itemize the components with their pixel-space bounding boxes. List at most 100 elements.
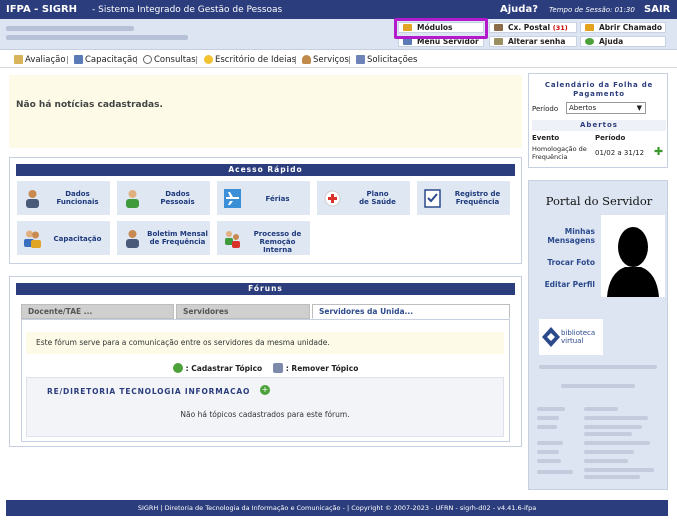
menu-separator: | [135, 55, 138, 64]
checklist-icon [424, 189, 441, 208]
tile-plano-saude[interactable]: Plano de Saúde [316, 180, 411, 216]
menu-item-avaliacao[interactable]: Avaliação [14, 55, 66, 65]
app-brand: IFPA - SIGRH [6, 4, 78, 15]
search-icon [143, 55, 152, 64]
tile-label-line: de Saúde [359, 198, 396, 206]
training-icon [74, 55, 83, 64]
tile-capacitacao[interactable]: Capacitação [16, 220, 111, 256]
tile-label-line: Processo de [253, 230, 302, 238]
tab-docente-tae[interactable]: Docente/TAE ... [21, 304, 174, 319]
tab-servidores[interactable]: Servidores [176, 304, 310, 319]
alterar-senha-button[interactable]: Alterar senha [489, 36, 577, 47]
periodo-selected-value: Abertos [569, 104, 597, 112]
lightbulb-icon [204, 55, 213, 64]
tile-registro-frequencia[interactable]: Registro de Frequência [416, 180, 511, 216]
help-link[interactable]: Ajuda? [500, 4, 538, 15]
tile-label-line: Remoção Interna [259, 238, 296, 254]
trash-icon [272, 363, 283, 373]
help-icon [585, 38, 594, 45]
menu-separator: | [195, 55, 198, 64]
redacted-label [537, 416, 559, 420]
tile-label-line: Plano [366, 190, 389, 198]
redacted-value [584, 441, 650, 445]
news-empty-message: Não há notícias cadastradas. [16, 100, 163, 110]
redacted-label [537, 470, 573, 474]
cx-postal-count: (31) [552, 24, 568, 32]
modulos-button[interactable]: Módulos [398, 22, 484, 33]
portal-title: Portal do Servidor [545, 194, 653, 208]
forum-topics-section: RE/DIRETORIA TECNOLOGIA INFORMACAO + Não… [26, 377, 504, 437]
menu-item-escritorio-ideias[interactable]: Escritório de Ideias [204, 55, 296, 65]
menu-separator: | [294, 55, 297, 64]
cadastrar-topico-button[interactable]: : Cadastrar Tópico [172, 363, 263, 373]
ajuda-label: Ajuda [599, 37, 624, 46]
menu-icon [403, 38, 412, 45]
redacted-label [537, 450, 559, 454]
periodo-column-header: Período [595, 134, 626, 142]
forum-section-title: RE/DIRETORIA TECNOLOGIA INFORMACAO [47, 387, 251, 396]
menu-separator: | [348, 55, 351, 64]
menu-item-capacitacao[interactable]: Capacitação [74, 55, 137, 65]
forum-description: Este fórum serve para a comunicação entr… [26, 332, 504, 354]
tab-servidores-unidade[interactable]: Servidores da Unida... [312, 304, 510, 319]
redacted-value [584, 432, 632, 436]
menu-item-label: Consultas [154, 55, 196, 65]
abrir-chamado-label: Abrir Chamado [599, 23, 663, 32]
exit-link[interactable]: SAIR [644, 4, 670, 15]
group-icon [24, 230, 41, 248]
foruns-panel: Fóruns Docente/TAE ... Servidores Servid… [9, 276, 522, 447]
redacted-role [561, 384, 635, 388]
cx-postal-label: Cx. Postal [508, 23, 551, 32]
redacted-value [584, 450, 634, 454]
redacted-value [584, 468, 654, 472]
person-icon [126, 230, 139, 248]
profile-silhouette-icon [607, 227, 659, 297]
cadastrar-topico-label: : Cadastrar Tópico [185, 364, 263, 373]
minhas-mensagens-link[interactable]: Minhas Mensagens [533, 227, 595, 245]
abrir-chamado-button[interactable]: Abrir Chamado [580, 22, 666, 33]
menu-servidor-button[interactable]: Menu Servidor [398, 36, 484, 47]
tile-label-line: Pessoais [160, 198, 195, 206]
add-event-icon[interactable]: ✚ [654, 146, 664, 157]
evento-cell: Homologação de Frequência [532, 145, 587, 161]
periodo-select[interactable]: Abertos ▼ [566, 102, 646, 114]
calendario-title: Calendário da Folha de Pagamento [544, 81, 654, 98]
footer: SIGRH | Diretoria de Tecnologia da Infor… [6, 500, 668, 516]
redacted-label [537, 441, 563, 445]
chevron-down-icon: ▼ [636, 104, 642, 112]
redacted-value [584, 425, 642, 429]
user-unit-redacted [6, 35, 188, 40]
modules-icon [403, 24, 412, 31]
redacted-value [584, 407, 618, 411]
remover-topico-button[interactable]: : Remover Tópico [272, 363, 358, 373]
trocar-foto-link[interactable]: Trocar Foto [533, 258, 595, 267]
logo-line-2: virtual [561, 337, 584, 345]
tile-label-line: de Frequência [149, 238, 206, 246]
menu-item-label: Solicitações [367, 55, 418, 65]
user-name-redacted [6, 26, 134, 31]
tile-dados-pessoais[interactable]: Dados Pessoais [116, 180, 211, 216]
key-icon [494, 38, 503, 45]
profile-photo [601, 215, 665, 297]
menu-item-consultas[interactable]: Consultas [143, 55, 196, 65]
biblioteca-virtual-logo[interactable]: biblioteca virtual [539, 319, 603, 355]
editar-perfil-link[interactable]: Editar Perfil [533, 280, 595, 289]
tile-ferias[interactable]: Férias [216, 180, 311, 216]
menu-item-solicitacoes[interactable]: Solicitações [356, 55, 417, 65]
cx-postal-button[interactable]: Cx. Postal (31) [489, 22, 577, 33]
menu-separator: | [66, 55, 69, 64]
add-topic-icon[interactable]: + [260, 385, 270, 395]
menu-item-label: Serviços [313, 55, 349, 65]
menu-item-servicos[interactable]: Serviços [302, 55, 349, 65]
tile-processo-remocao[interactable]: Processo de Remoção Interna [216, 220, 311, 256]
menu-item-label: Escritório de Ideias [215, 55, 297, 65]
tile-label-line: Frequência [455, 198, 500, 206]
tile-label-line: Capacitação [53, 235, 102, 243]
ajuda-button[interactable]: Ajuda [580, 36, 666, 47]
redacted-label [537, 459, 561, 463]
tile-dados-funcionais[interactable]: Dados Funcionais [16, 180, 111, 216]
redacted-label [537, 407, 565, 411]
menu-item-label: Capacitação [85, 55, 138, 65]
redacted-name [539, 365, 657, 369]
tile-boletim-mensal[interactable]: Boletim Mensal de Frequência [116, 220, 211, 256]
